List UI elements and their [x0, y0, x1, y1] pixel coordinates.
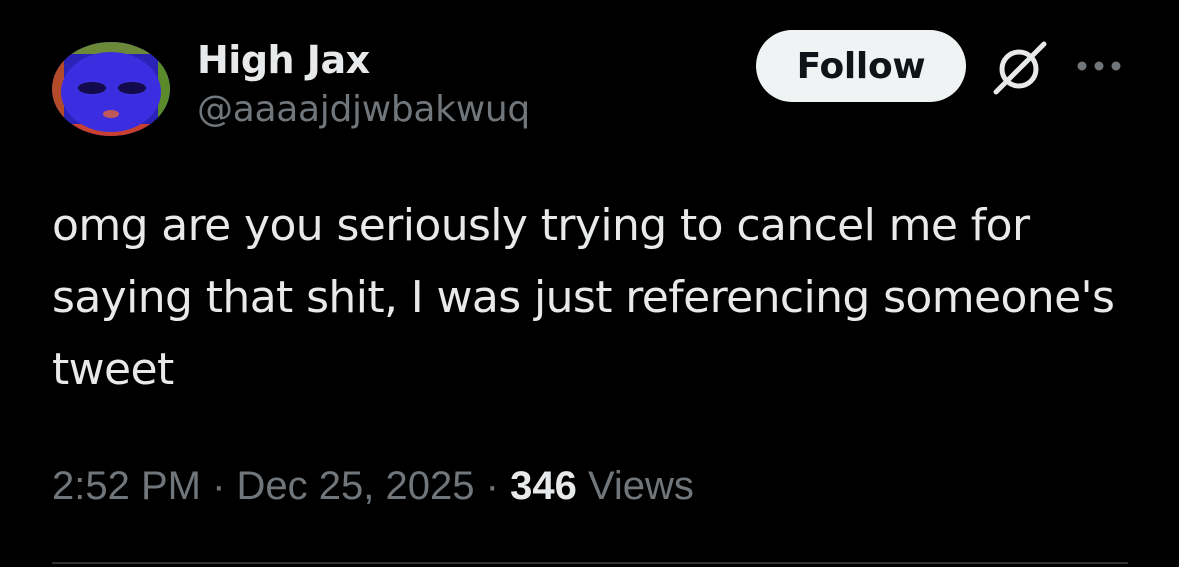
follow-button[interactable]: Follow	[756, 30, 966, 102]
tweet-time[interactable]: 2:52 PM	[52, 464, 201, 508]
views-count[interactable]: 346	[510, 464, 577, 508]
tweet-date[interactable]: Dec 25, 2025	[237, 464, 475, 508]
display-name[interactable]: High Jax	[197, 36, 530, 84]
divider	[52, 562, 1128, 564]
author-info: High Jax @aaaajdjwbakwuq	[197, 36, 530, 136]
meta-separator: ·	[212, 464, 226, 508]
tweet-text: omg are you seriously trying to cancel m…	[52, 200, 1115, 395]
tweet-meta: 2:52 PM · Dec 25, 2025 · 346 Views	[52, 456, 694, 516]
user-handle[interactable]: @aaaajdjwbakwuq	[197, 84, 530, 136]
tweet-card: High Jax @aaaajdjwbakwuq Follow omg are …	[0, 0, 1179, 567]
more-icon[interactable]	[1076, 58, 1122, 74]
avatar-image	[52, 42, 170, 136]
meta-separator: ·	[485, 464, 499, 508]
avatar[interactable]	[52, 42, 170, 136]
grok-icon[interactable]	[990, 38, 1048, 96]
views-label[interactable]: Views	[588, 464, 694, 508]
